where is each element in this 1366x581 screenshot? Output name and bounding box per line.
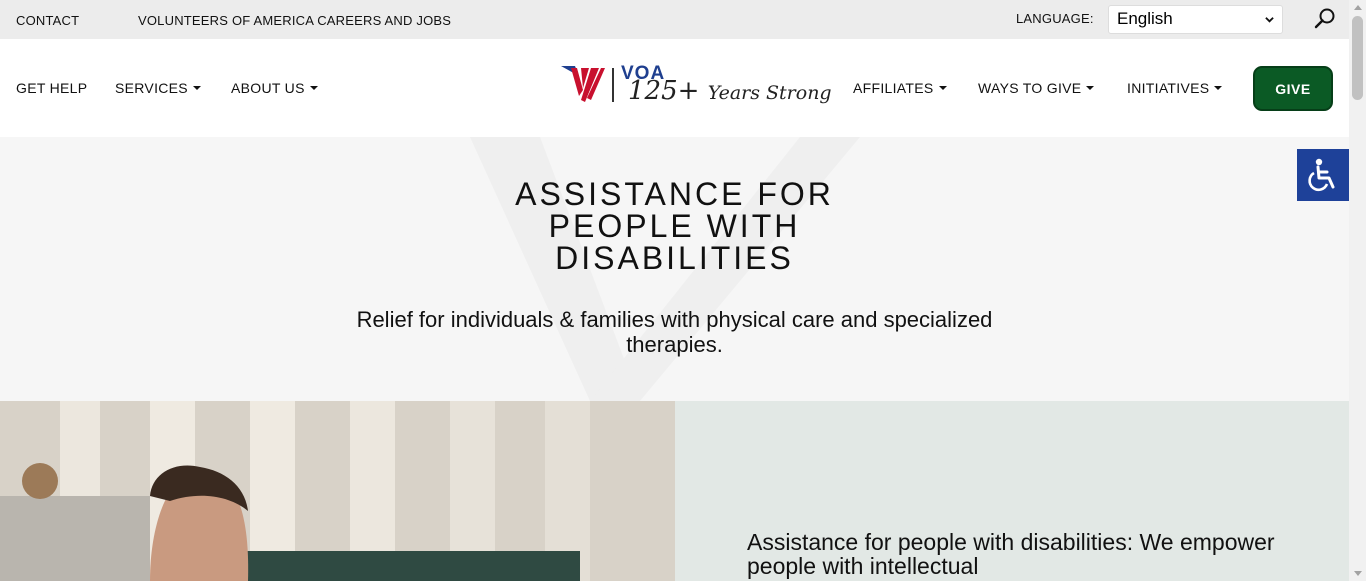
page-title: ASSISTANCE FOR PEOPLE WITH DISABILITIES — [0, 178, 1349, 274]
contact-link[interactable]: CONTACT — [16, 13, 79, 28]
logo-tagline: Years Strong — [707, 82, 832, 104]
nav-label: ABOUT US — [231, 80, 305, 96]
dropdown-caret-icon — [309, 86, 318, 90]
nav-label: AFFILIATES — [853, 80, 934, 96]
language-value: English — [1117, 9, 1173, 28]
nav-ways-to-give[interactable]: WAYS TO GIVE — [978, 80, 1095, 96]
page-scrollbar[interactable] — [1349, 0, 1366, 581]
logo-years-number: 125+ — [628, 76, 700, 106]
hero-subtitle: Relief for individuals & families with p… — [356, 307, 993, 357]
title-line: ASSISTANCE FOR — [515, 176, 834, 212]
intro-text: Assistance for people with disabilities:… — [747, 529, 1275, 579]
careers-link[interactable]: VOLUNTEERS OF AMERICA CAREERS AND JOBS — [138, 13, 451, 28]
nav-label: SERVICES — [115, 80, 188, 96]
scrollbar-thumb[interactable] — [1352, 16, 1363, 100]
title-line: PEOPLE WITH — [548, 208, 801, 244]
scroll-down-icon[interactable] — [1354, 571, 1362, 576]
nav-initiatives[interactable]: INITIATIVES — [1127, 80, 1223, 96]
dropdown-caret-icon — [938, 86, 947, 90]
nav-services[interactable]: SERVICES — [115, 80, 201, 96]
hero-photo — [0, 401, 675, 581]
accessibility-button[interactable] — [1297, 149, 1349, 201]
voa-logo[interactable]: VOA 125+ Years Strong — [561, 62, 832, 114]
nav-label: WAYS TO GIVE — [978, 80, 1082, 96]
nav-about-us[interactable]: ABOUT US — [231, 80, 318, 96]
dropdown-caret-icon — [1086, 86, 1095, 90]
language-select[interactable]: English — [1108, 5, 1283, 34]
language-label: LANGUAGE: — [1016, 11, 1094, 26]
title-line: DISABILITIES — [555, 240, 794, 276]
utility-bar: CONTACT VOLUNTEERS OF AMERICA CAREERS AN… — [0, 0, 1349, 39]
person-photo-image — [0, 401, 675, 581]
dropdown-caret-icon — [1214, 86, 1223, 90]
scroll-up-icon[interactable] — [1354, 5, 1362, 10]
chevron-down-icon — [1265, 17, 1274, 23]
nav-get-help[interactable]: GET HELP — [16, 80, 87, 96]
main-navigation: GET HELP SERVICES ABOUT US VOA 125+ Year… — [0, 39, 1349, 137]
hero-section: ASSISTANCE FOR PEOPLE WITH DISABILITIES … — [0, 137, 1349, 401]
nav-affiliates[interactable]: AFFILIATES — [853, 80, 947, 96]
wheelchair-icon — [1308, 158, 1335, 191]
logo-divider — [612, 68, 614, 102]
intro-panel: Assistance for people with disabilities:… — [675, 401, 1349, 581]
give-button[interactable]: GIVE — [1253, 66, 1333, 111]
nav-label: INITIATIVES — [1127, 80, 1210, 96]
voa-flag-icon — [561, 66, 605, 102]
dropdown-caret-icon — [192, 86, 201, 90]
logo-years: 125+ Years Strong — [628, 76, 832, 106]
search-icon[interactable] — [1313, 7, 1337, 31]
nav-label: GET HELP — [16, 80, 88, 96]
